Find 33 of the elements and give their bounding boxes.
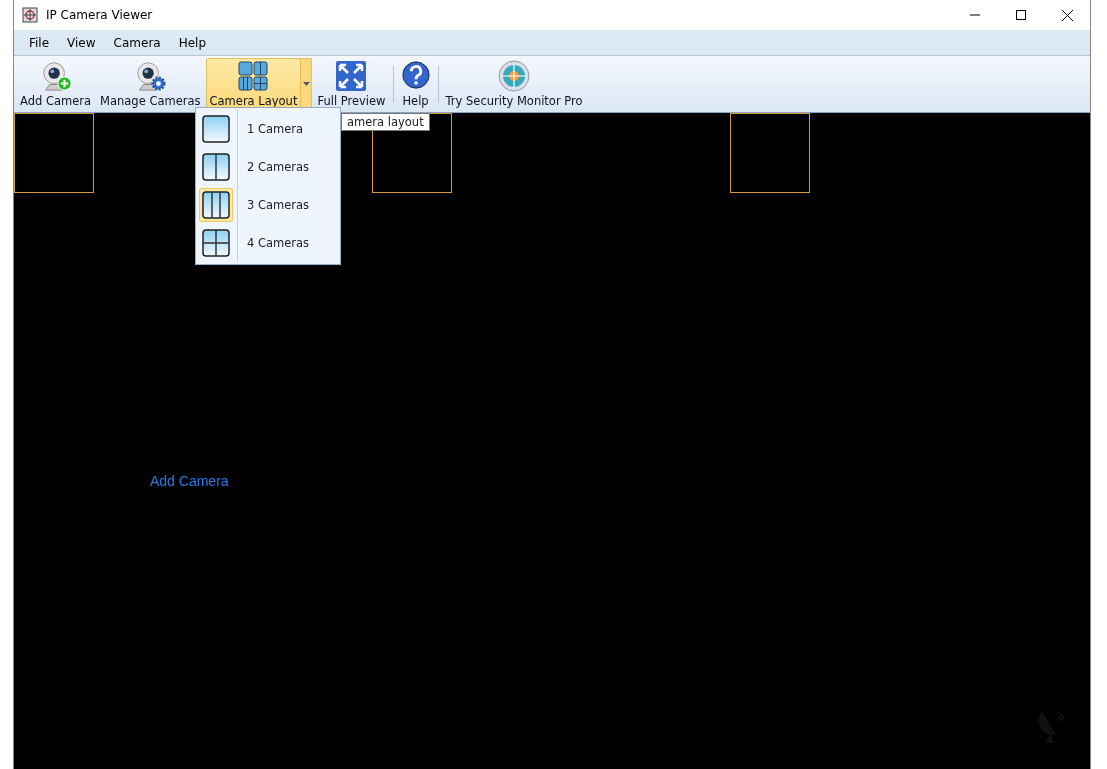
menu-item[interactable]: Help bbox=[169, 35, 216, 50]
toolbar-button[interactable]: Full Preview bbox=[313, 58, 390, 110]
menu-item[interactable]: View bbox=[58, 35, 105, 50]
camera-slot[interactable] bbox=[730, 113, 810, 193]
tooltip: amera layout bbox=[341, 113, 430, 131]
layout-icon bbox=[202, 115, 230, 143]
layout-icon bbox=[202, 229, 230, 257]
layout-menu-item[interactable]: 2 Cameras bbox=[196, 148, 340, 186]
toolbar-button[interactable]: Try Security Monitor Pro bbox=[441, 58, 587, 110]
window-title: IP Camera Viewer bbox=[46, 8, 154, 22]
target-icon bbox=[498, 60, 531, 92]
layout-menu-item[interactable]: 4 Cameras bbox=[196, 224, 340, 262]
menu-item[interactable]: Camera bbox=[104, 35, 170, 50]
webcam-gear-icon bbox=[134, 60, 167, 92]
maximize-icon[interactable] bbox=[1016, 10, 1026, 20]
caret-icon bbox=[302, 82, 310, 86]
layout-icon bbox=[202, 153, 230, 181]
camera-slot[interactable] bbox=[14, 113, 94, 193]
toolbar-button[interactable]: Manage Cameras bbox=[96, 58, 205, 110]
menu-item[interactable]: File bbox=[20, 35, 59, 50]
layout-menu-item[interactable]: 1 Camera bbox=[196, 110, 340, 148]
layout-menu-item[interactable]: 3 Cameras bbox=[196, 186, 340, 224]
app-icon bbox=[22, 7, 38, 23]
toolbar-button[interactable]: Add Camera bbox=[16, 58, 96, 110]
grid-layout-icon bbox=[237, 60, 270, 92]
help-icon bbox=[400, 60, 431, 92]
dropdown-button[interactable] bbox=[300, 58, 313, 110]
toolbar-button[interactable]: Help bbox=[396, 58, 435, 110]
add-camera-link[interactable]: Add Camera bbox=[150, 473, 229, 489]
close-icon[interactable] bbox=[1061, 9, 1073, 21]
layout-icon bbox=[202, 191, 230, 219]
expand-arrows-icon bbox=[335, 60, 368, 92]
toolbar-button[interactable]: Camera Layout bbox=[205, 58, 302, 110]
